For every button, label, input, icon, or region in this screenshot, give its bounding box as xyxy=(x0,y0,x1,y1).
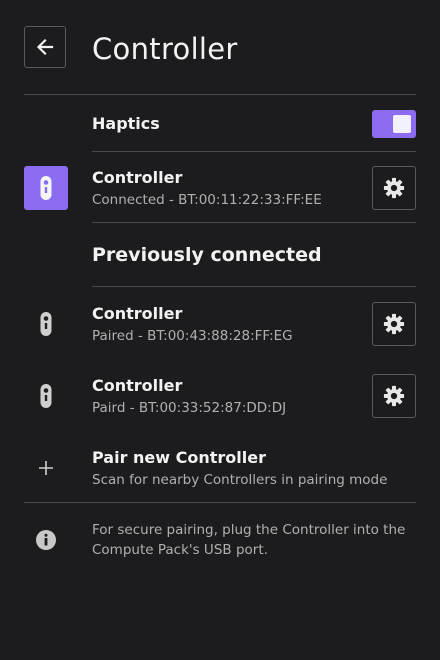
previous-controller-1-settings-button[interactable] xyxy=(372,302,416,346)
controller-icon xyxy=(40,384,52,408)
previous-controller-status: Paired - BT:00:43:88:28:FF:EG xyxy=(92,328,293,344)
haptics-divider xyxy=(92,151,416,152)
current-controller-settings-button[interactable] xyxy=(372,166,416,210)
section-divider xyxy=(92,286,416,287)
haptics-toggle[interactable] xyxy=(372,110,416,138)
plus-icon xyxy=(39,461,53,475)
gear-icon xyxy=(383,177,405,199)
pair-new-description: Scan for nearby Controllers in pairing m… xyxy=(92,472,388,488)
previous-controller-label: Controller xyxy=(92,304,183,323)
page-title: Controller xyxy=(92,32,238,66)
info-icon xyxy=(36,530,56,550)
current-controller-label: Controller xyxy=(92,168,183,187)
pairing-info-text: For secure pairing, plug the Controller … xyxy=(92,522,406,558)
previously-connected-heading: Previously connected xyxy=(92,244,322,266)
toggle-knob xyxy=(393,115,411,133)
back-arrow-icon xyxy=(36,38,54,56)
controller-active-badge xyxy=(24,166,68,210)
current-divider xyxy=(92,222,416,223)
controller-icon xyxy=(40,312,52,336)
controller-icon-wrapper xyxy=(24,374,68,418)
current-controller-status: Connected - BT:00:11:22:33:FF:EE xyxy=(92,192,322,208)
previous-controller-label: Controller xyxy=(92,376,183,395)
gear-icon xyxy=(383,313,405,335)
controller-icon-wrapper xyxy=(24,302,68,346)
gear-icon xyxy=(383,385,405,407)
back-button[interactable] xyxy=(24,26,66,68)
previous-controller-status: Paird - BT:00:33:52:87:DD:DJ xyxy=(92,400,287,416)
pair-new-label: Pair new Controller xyxy=(92,448,266,467)
haptics-label: Haptics xyxy=(92,114,160,133)
header-divider xyxy=(24,94,416,95)
pair-divider xyxy=(24,502,416,503)
previous-controller-2-settings-button[interactable] xyxy=(372,374,416,418)
pair-new-controller-row[interactable]: Pair new Controller Scan for nearby Cont… xyxy=(24,446,416,492)
info-icon-wrapper xyxy=(24,518,68,562)
controller-icon xyxy=(40,176,52,200)
plus-icon-wrapper xyxy=(24,446,68,490)
